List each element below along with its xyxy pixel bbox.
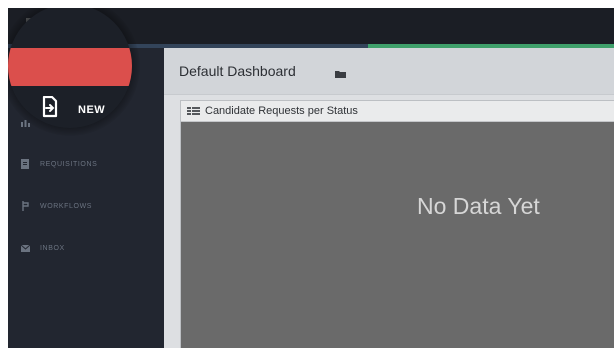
page-title: Default Dashboard — [179, 63, 296, 79]
document-icon — [20, 159, 30, 169]
dashboard-main: Default Dashboard Candidate Requests per… — [164, 48, 614, 348]
workflow-icon — [20, 201, 30, 211]
list-icon — [187, 107, 200, 115]
envelope-icon — [20, 243, 30, 253]
sidebar-item-requisitions[interactable]: REQUISITIONS — [8, 154, 164, 174]
sidebar-item-workflows[interactable]: WORKFLOWS — [8, 196, 164, 216]
sidebar-item-label: REQUISITIONS — [40, 160, 98, 168]
widget-title: Candidate Requests per Status — [205, 105, 358, 117]
folder-icon[interactable] — [335, 70, 346, 78]
new-document-icon — [42, 96, 58, 118]
widget-header[interactable]: Candidate Requests per Status — [181, 101, 614, 122]
new-button-spotlight: NEW — [8, 8, 132, 128]
sidebar-item-label: WORKFLOWS — [40, 202, 93, 210]
empty-state-message: No Data Yet — [417, 193, 540, 219]
sidebar-item-label: INBOX — [40, 244, 65, 252]
new-button[interactable]: NEW — [8, 48, 132, 118]
app-window: REQUISITIONS WORKFLOWS INBOX Default Das… — [8, 8, 614, 348]
dashboard-header: Default Dashboard — [164, 48, 614, 95]
new-button-label: NEW — [78, 104, 106, 116]
chart-widget: Candidate Requests per Status No Data Ye… — [180, 100, 614, 348]
sidebar-item-inbox[interactable]: INBOX — [8, 238, 164, 258]
